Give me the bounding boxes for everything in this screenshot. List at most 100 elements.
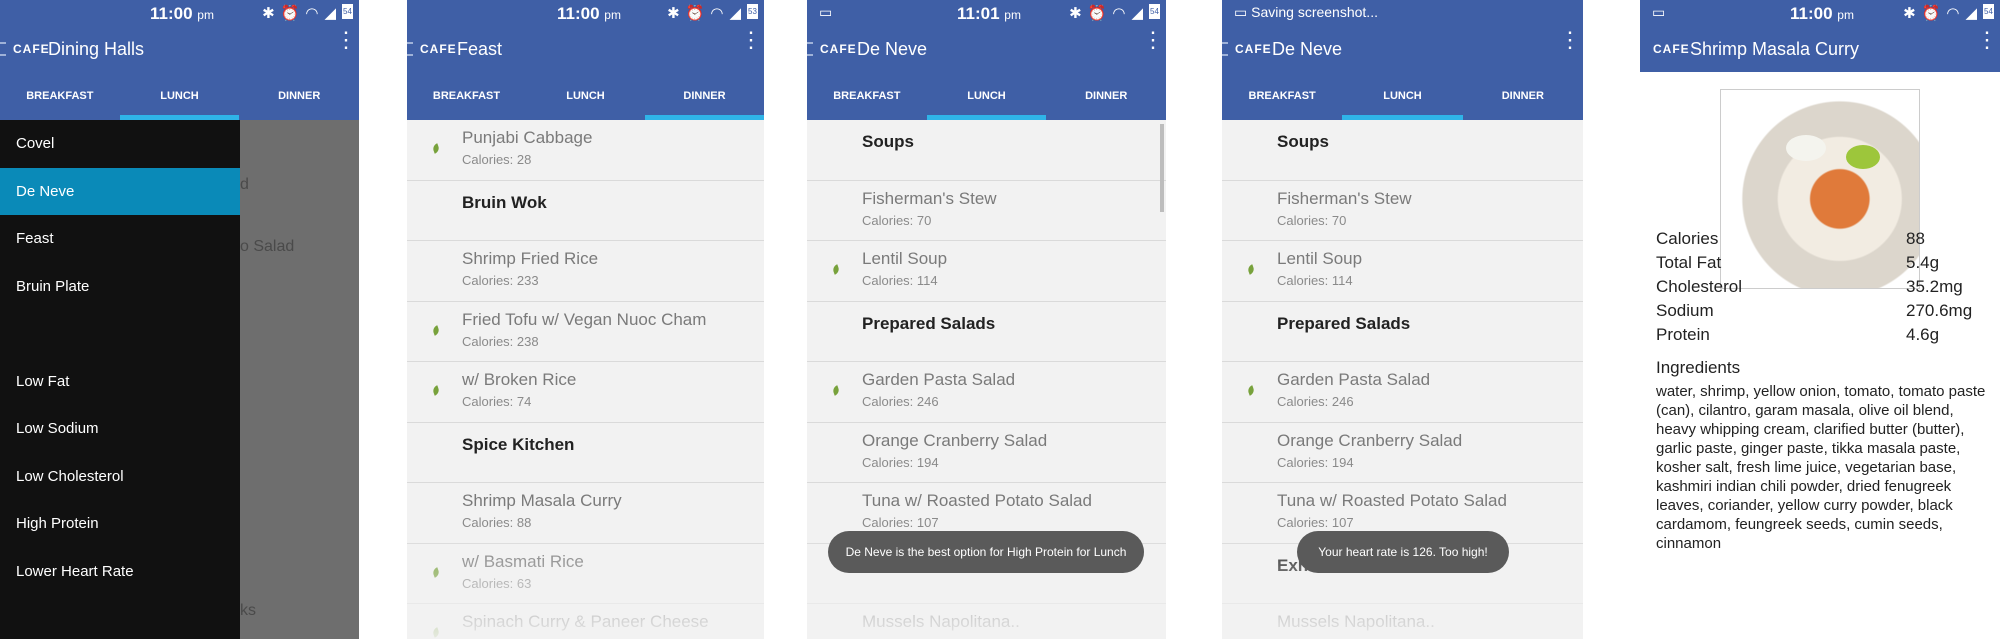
menu-item-calories: Calories: 107: [1277, 515, 1354, 530]
menu-item[interactable]: Shrimp Masala Curry Calories: 88: [407, 483, 764, 544]
menu-item-name: Lentil Soup: [862, 249, 948, 268]
menu-item[interactable]: Garden Pasta Salad Calories: 246: [1222, 362, 1583, 423]
drawer-item-de-neve[interactable]: De Neve: [0, 167, 240, 215]
nutrition-row: Calories 88: [1656, 229, 1996, 253]
menu-item-name: Orange Cranberry Salad: [1277, 430, 1463, 450]
overflow-menu-icon[interactable]: ⋮: [335, 29, 357, 51]
drawer-indicator-icon[interactable]: [0, 42, 6, 56]
menu-item-name: Fisherman's Stew: [862, 188, 997, 208]
screen-dining-halls: 11:00 pm ✱⏰◠◢54 CAFE Dining Halls ⋮ BREA…: [0, 0, 359, 639]
drawer-item-feast[interactable]: Feast: [0, 215, 240, 263]
drawer-filter-low-sodium[interactable]: Low Sodium: [0, 405, 240, 453]
section-title: Soups: [862, 132, 914, 151]
menu-item-calories: Calories: 28: [462, 152, 532, 167]
nutrition-value: 4.6g: [1906, 325, 1940, 344]
scrollbar[interactable]: [1160, 124, 1164, 212]
cafe-logo: CAFE: [420, 42, 457, 56]
meal-tabs: BREAKFAST LUNCH DINNER: [1222, 72, 1583, 120]
cafe-logo: CAFE: [820, 42, 857, 56]
section-heading: Spice Kitchen: [407, 423, 764, 483]
menu-item[interactable]: Punjabi Cabbage Calories: 28: [407, 120, 764, 181]
menu-item[interactable]: Orange Cranberry Salad Calories: 194: [1222, 423, 1583, 483]
drawer-filter-lower-heart-rate[interactable]: Lower Heart Rate: [0, 548, 240, 596]
vegetarian-leaf-icon: [431, 324, 441, 336]
drawer-indicator-icon[interactable]: [1222, 42, 1228, 56]
nutrition-value: 88: [1906, 229, 1925, 248]
ingredients-text: water, shrimp, yellow onion, tomato, tom…: [1656, 383, 1986, 552]
nutrition-value: 5.4g: [1906, 253, 1940, 272]
menu-item[interactable]: Garden Pasta Salad Calories: 246: [807, 362, 1166, 423]
tab-dinner[interactable]: DINNER: [1463, 72, 1583, 120]
menu-item[interactable]: Lentil Soup Calories: 114: [1222, 241, 1583, 302]
toast-message: De Neve is the best option for High Prot…: [828, 531, 1144, 573]
meal-tabs: BREAKFAST LUNCH DINNER: [807, 72, 1166, 120]
tab-breakfast[interactable]: BREAKFAST: [407, 72, 526, 120]
tab-lunch[interactable]: LUNCH: [526, 72, 645, 120]
overflow-menu-icon[interactable]: ⋮: [1142, 29, 1164, 51]
status-bar: ▭ 11:01 pm ✱⏰◠◢54: [807, 0, 1166, 28]
menu-item-name: Shrimp Masala Curry: [462, 491, 622, 510]
status-time: 11:00 pm: [557, 4, 621, 23]
menu-item-name: Lentil Soup: [1277, 249, 1363, 268]
nutrition-label: Total Fat: [1656, 253, 1722, 272]
menu-item-calories: Calories: 114: [1277, 273, 1353, 288]
drawer-item-covel[interactable]: Covel: [0, 120, 240, 168]
section-heading: Soups: [1222, 120, 1583, 181]
drawer-filter-low-cholesterol[interactable]: Low Cholesterol: [0, 453, 240, 501]
menu-item-calories: Calories: 114: [862, 273, 938, 288]
menu-item[interactable]: Shrimp Fried Rice Calories: 233: [407, 241, 764, 302]
tab-dinner[interactable]: DINNER: [645, 72, 764, 120]
dish-photo-cream: [1786, 135, 1826, 161]
screen-de-neve: ▭ 11:01 pm ✱⏰◠◢54 CAFE De Neve ⋮ BREAKFA…: [807, 0, 1166, 639]
nutrition-label: Calories: [1656, 229, 1719, 248]
vegetarian-leaf-icon: [831, 264, 841, 275]
status-bar: ▭ Saving screenshot...: [1222, 0, 1583, 28]
menu-item[interactable]: Fisherman's Stew Calories: 70: [1222, 181, 1583, 241]
vegetarian-leaf-icon: [431, 143, 441, 154]
meal-tabs: BREAKFAST LUNCH DINNER: [407, 72, 764, 120]
tab-lunch[interactable]: LUNCH: [119, 72, 240, 120]
drawer-indicator-icon[interactable]: [807, 42, 813, 56]
tab-lunch[interactable]: LUNCH: [1342, 72, 1463, 120]
page-title: De Neve: [857, 39, 928, 59]
drawer-filter-low-fat[interactable]: Low Fat: [0, 358, 240, 406]
menu-item[interactable]: Orange Cranberry Salad Calories: 194: [807, 423, 1166, 483]
status-icons: ✱⏰◠◢54: [262, 4, 353, 22]
section-heading: Prepared Salads: [807, 302, 1166, 362]
menu-item[interactable]: w/ Broken Rice Calories: 74: [407, 362, 764, 423]
menu-item[interactable]: Fried Tofu w/ Vegan Nuoc Cham Calories: 2…: [407, 302, 764, 362]
menu-item-name: Shrimp Fried Rice: [462, 249, 599, 268]
vegetarian-leaf-icon: [431, 627, 441, 638]
menu-item-name: Tuna w/ Roasted Potato Salad: [862, 491, 1092, 510]
overflow-menu-icon[interactable]: ⋮: [1559, 29, 1581, 51]
page-title: Dining Halls: [48, 39, 145, 59]
vegetarian-leaf-icon: [1246, 385, 1256, 396]
status-time: 11:01 pm: [957, 4, 1021, 23]
status-bar: 11:00 pm ✱⏰◠◢53: [407, 0, 764, 28]
tab-lunch[interactable]: LUNCH: [926, 72, 1047, 120]
overflow-menu-icon[interactable]: ⋮: [740, 29, 762, 51]
nutrition-value: 35.2mg: [1906, 277, 1963, 296]
overflow-menu-icon[interactable]: ⋮: [1976, 29, 1998, 51]
tab-breakfast[interactable]: BREAKFAST: [807, 72, 927, 120]
nutrition-row: Sodium 270.6mg: [1656, 301, 1996, 325]
menu-item[interactable]: Lentil Soup Calories: 114: [807, 241, 1166, 302]
tab-dinner[interactable]: DINNER: [1046, 72, 1166, 120]
menu-item-calories: Calories: 246: [1277, 394, 1354, 409]
menu-item[interactable]: Mussels Napolitana..: [807, 604, 1166, 639]
drawer-indicator-icon[interactable]: [407, 42, 413, 56]
menu-item[interactable]: Fisherman's Stew Calories: 70: [807, 181, 1166, 241]
menu-item[interactable]: Spinach Curry & Paneer Cheese: [407, 604, 764, 639]
menu-item[interactable]: Mussels Napolitana..: [1222, 604, 1583, 639]
menu-item[interactable]: w/ Basmati Rice Calories: 63: [407, 544, 764, 604]
drawer-filter-high-protein[interactable]: High Protein: [0, 500, 240, 548]
tab-dinner[interactable]: DINNER: [239, 72, 359, 120]
menu-item-name: Fisherman's Stew: [1277, 188, 1412, 208]
drawer-item-bruin-plate[interactable]: Bruin Plate: [0, 263, 240, 311]
tab-breakfast[interactable]: BREAKFAST: [1222, 72, 1342, 120]
menu-list[interactable]: Punjabi Cabbage Calories: 28 Bruin Wok Shri…: [407, 120, 764, 639]
cafe-logo: CAFE: [1235, 42, 1272, 56]
tab-breakfast[interactable]: BREAKFAST: [0, 72, 120, 120]
menu-item-name: Orange Cranberry Salad: [862, 430, 1048, 450]
battery-icon: 54: [342, 4, 353, 19]
